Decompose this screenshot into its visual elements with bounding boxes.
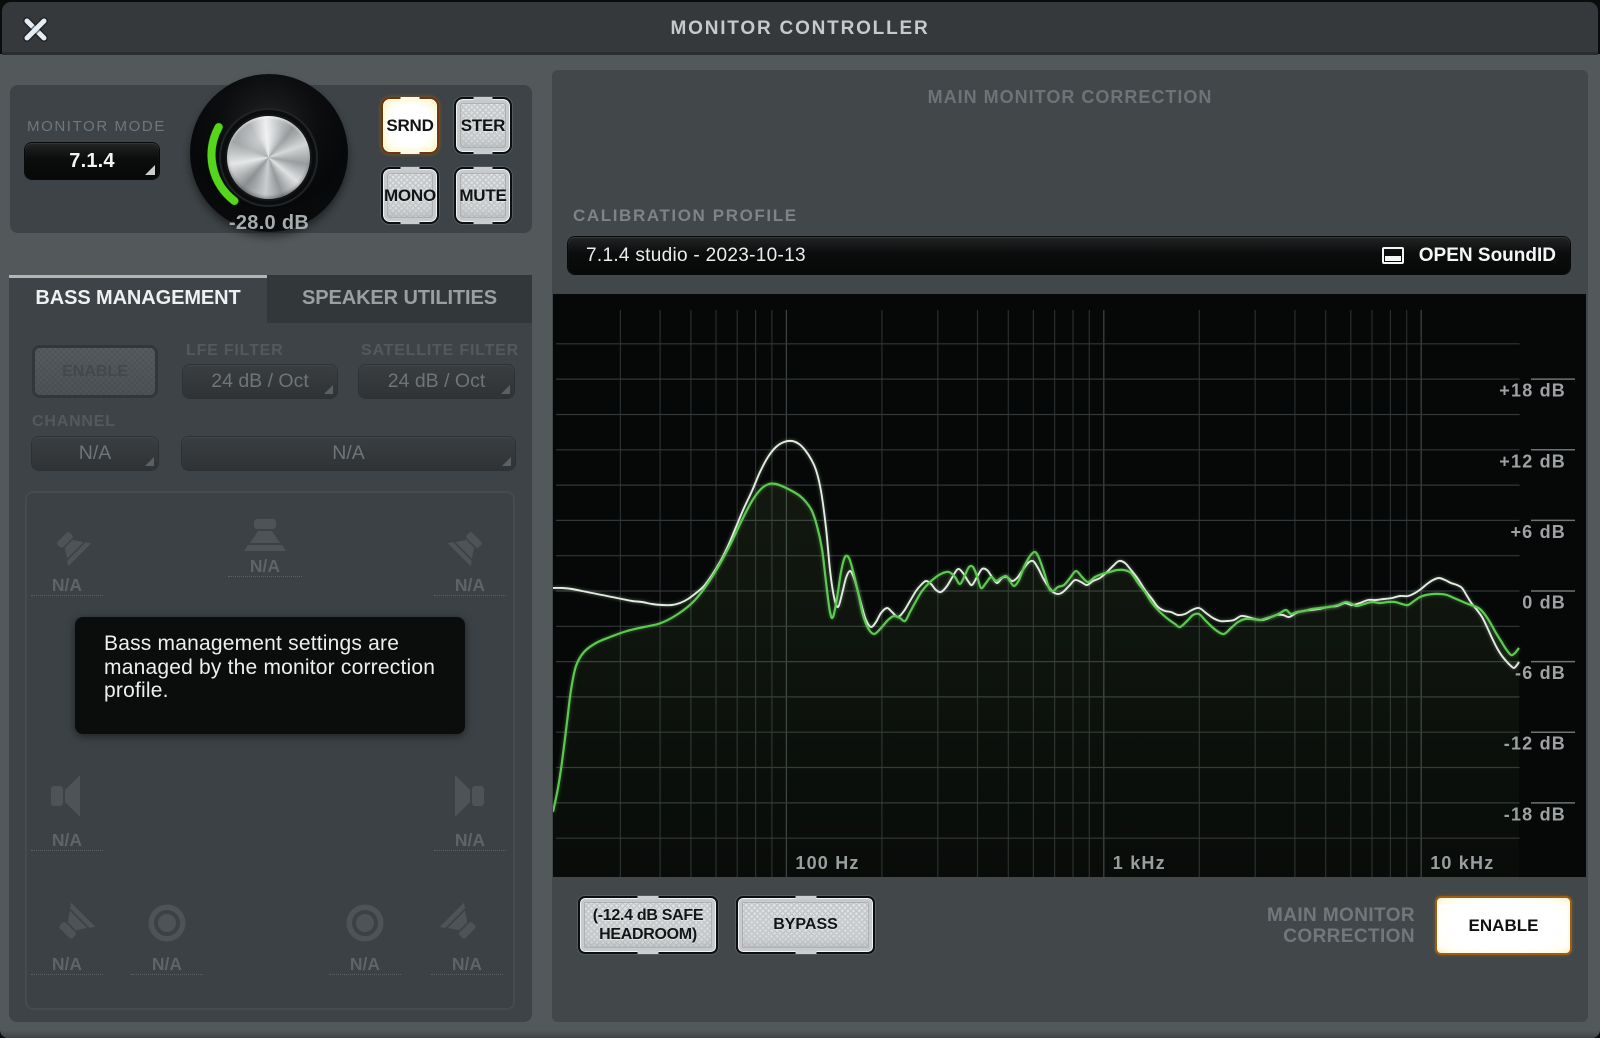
svg-text:-6 dB: -6 dB	[1515, 663, 1566, 683]
svg-text:+6 dB: +6 dB	[1510, 522, 1566, 542]
svg-text:0 dB: 0 dB	[1522, 593, 1566, 613]
svg-text:+18 dB: +18 dB	[1499, 381, 1566, 401]
svg-text:+12 dB: +12 dB	[1499, 451, 1566, 471]
